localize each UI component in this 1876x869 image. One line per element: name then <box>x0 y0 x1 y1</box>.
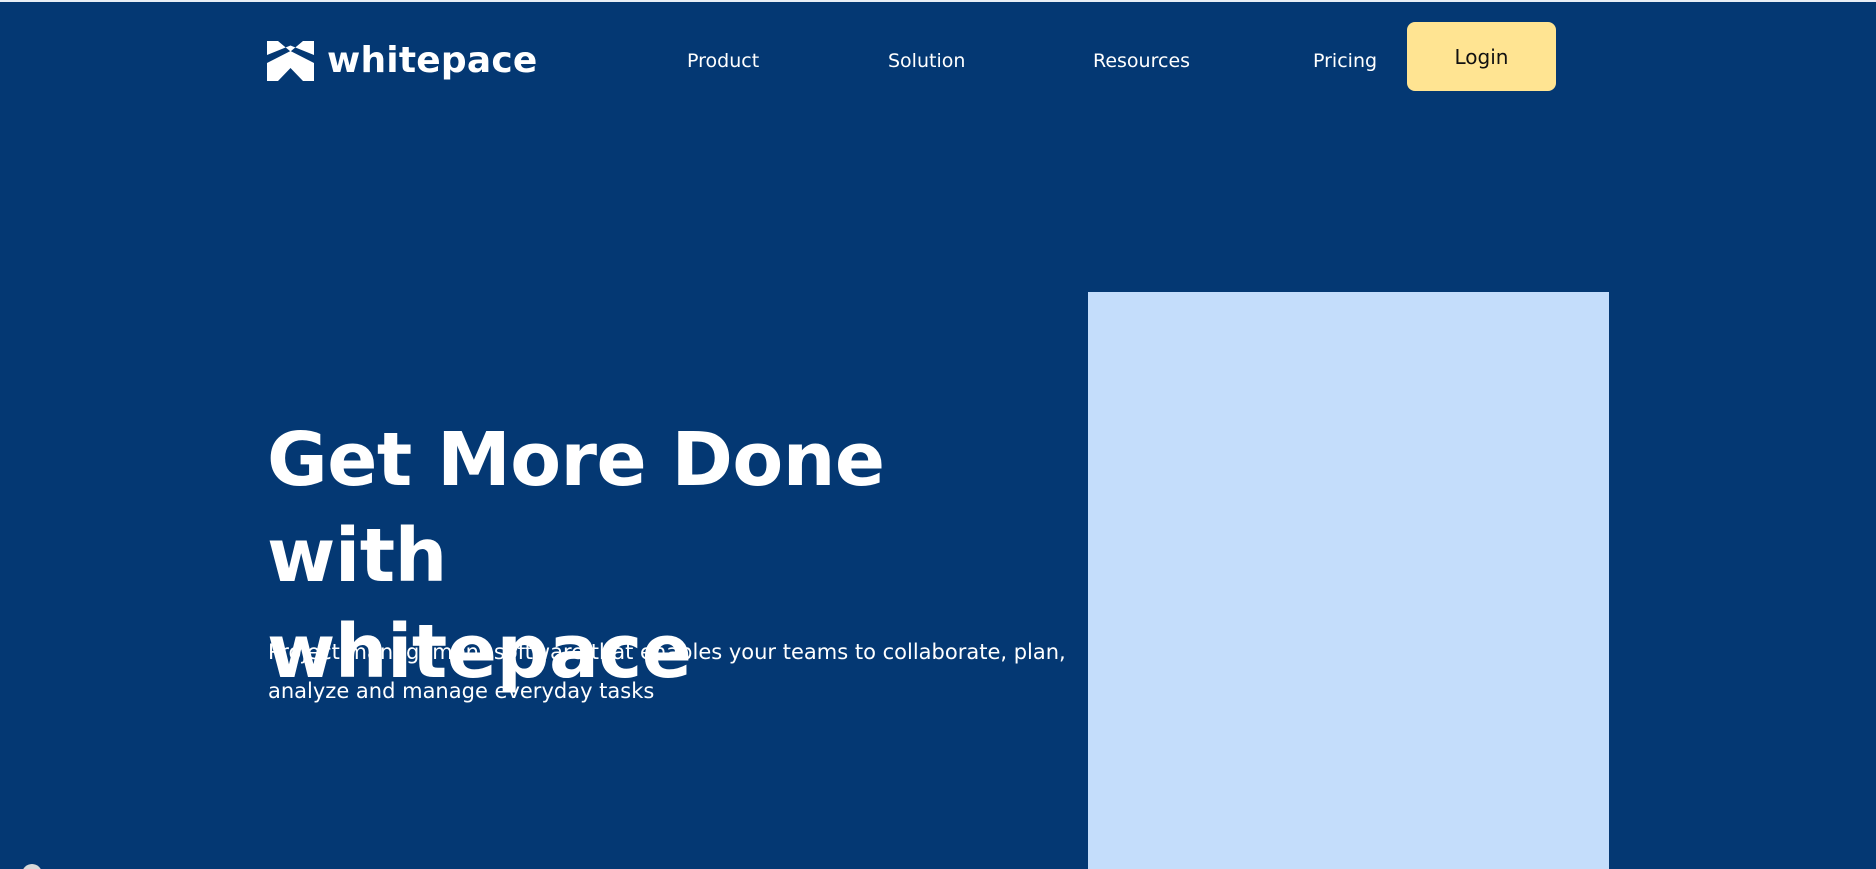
top-border <box>0 0 1876 2</box>
chat-widget-icon[interactable] <box>22 864 42 869</box>
brand-name: whitepace <box>327 40 538 81</box>
nav-item-solution[interactable]: Solution <box>888 48 965 74</box>
nav-item-product[interactable]: Product <box>687 48 759 74</box>
login-button[interactable]: Login <box>1407 22 1556 91</box>
hero-title-line-1: Get More Done with <box>267 417 885 599</box>
nav-item-pricing[interactable]: Pricing <box>1313 48 1377 74</box>
nav-item-resources[interactable]: Resources <box>1093 48 1190 74</box>
brand-logo[interactable]: whitepace <box>267 38 537 84</box>
whitepace-logo-icon <box>267 41 314 81</box>
hero-image-placeholder <box>1088 292 1609 869</box>
hero-subtitle: Project management software that enables… <box>268 640 1066 703</box>
